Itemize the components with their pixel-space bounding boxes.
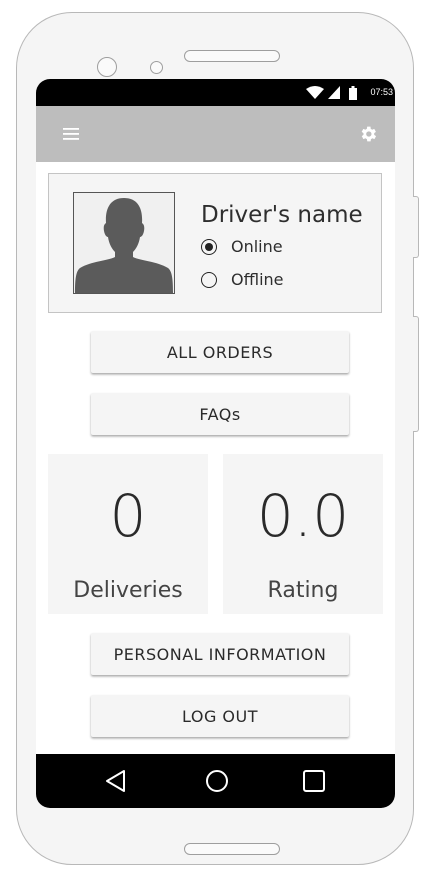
battery-icon: [349, 86, 357, 100]
system-nav-bar: [36, 754, 395, 808]
back-triangle-icon[interactable]: [105, 769, 127, 793]
recents-square-icon[interactable]: [302, 769, 326, 793]
faqs-button[interactable]: FAQs: [91, 393, 349, 435]
deliveries-stat-card: 0 Deliveries: [48, 454, 208, 614]
status-bar: 07:53: [36, 79, 395, 106]
power-button: [413, 316, 419, 432]
deliveries-count: 0: [109, 482, 147, 550]
all-orders-button[interactable]: ALL ORDERS: [91, 331, 349, 373]
status-time: 07:53: [370, 87, 393, 97]
device-bottom-bar: [184, 843, 280, 855]
gear-icon[interactable]: [358, 124, 378, 144]
front-camera: [97, 57, 117, 77]
deliveries-label: Deliveries: [73, 578, 183, 603]
wifi-icon: [306, 86, 324, 99]
rating-value: 0.0: [256, 482, 350, 550]
cell-signal-icon: [328, 86, 340, 99]
person-silhouette-icon: [75, 198, 173, 293]
log-out-button[interactable]: LOG OUT: [91, 695, 349, 737]
radio-online[interactable]: [201, 238, 217, 255]
rating-stat-card: 0.0 Rating: [223, 454, 383, 614]
avatar: [73, 192, 175, 294]
radio-label-online: Online: [231, 237, 283, 256]
home-circle-icon[interactable]: [205, 769, 229, 793]
hamburger-menu-icon[interactable]: [63, 127, 79, 141]
volume-button: [413, 196, 419, 258]
phone-screen: 07:53 Driver's name Online Offline ALL O…: [36, 79, 395, 808]
driver-profile-card: Driver's name Online Offline: [48, 173, 382, 313]
proximity-sensor: [150, 61, 163, 74]
personal-information-button[interactable]: PERSONAL INFORMATION: [91, 633, 349, 675]
app-bar: [36, 106, 395, 162]
status-offline-option[interactable]: Offline: [201, 270, 284, 289]
earpiece-speaker: [184, 50, 280, 62]
rating-label: Rating: [267, 578, 339, 603]
status-online-option[interactable]: Online: [201, 237, 283, 256]
radio-selected-dot: [205, 242, 213, 251]
radio-label-offline: Offline: [231, 270, 284, 289]
driver-name: Driver's name: [201, 202, 363, 228]
radio-offline[interactable]: [201, 271, 217, 288]
